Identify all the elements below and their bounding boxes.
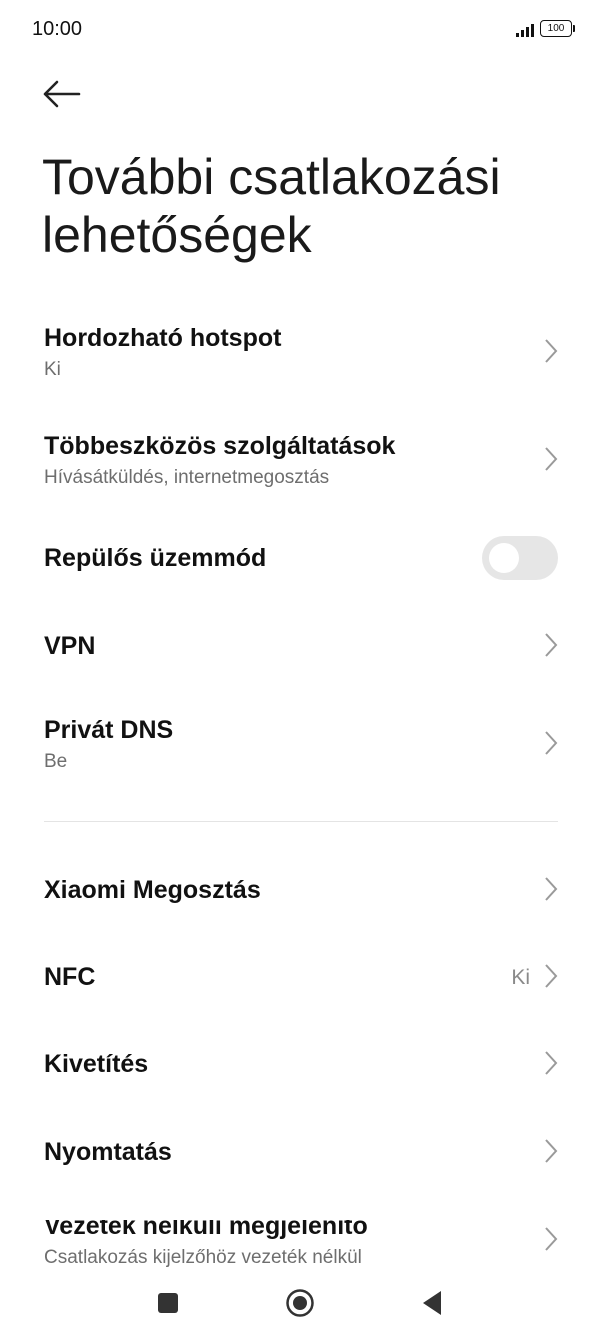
list-item-subtitle: Be	[44, 751, 68, 772]
list-item-title: NFC	[44, 963, 96, 991]
recents-button[interactable]	[148, 1286, 188, 1320]
section-divider	[44, 821, 558, 822]
page-title: További csatlakozási lehetőségek	[42, 149, 501, 263]
battery-icon: 100	[540, 20, 575, 37]
list-item-vpn[interactable]: VPN	[0, 612, 602, 682]
chevron-right-icon	[545, 1139, 558, 1163]
list-item-private-dns[interactable]: Privát DNS Be	[0, 704, 602, 792]
toggle-knob	[489, 543, 519, 573]
list-item-title: Vezeték nélküli megjelenítő	[44, 1220, 368, 1240]
list-item-title: Xiaomi Megosztás	[44, 876, 261, 904]
airplane-mode-toggle[interactable]	[482, 536, 558, 580]
list-item-multidevice[interactable]: Többeszközös szolgáltatások Hívásátküldé…	[0, 420, 602, 508]
chevron-right-icon	[545, 964, 558, 988]
navigation-bar	[0, 1272, 602, 1338]
chevron-right-icon	[545, 1051, 558, 1075]
list-item-subtitle: Hívásátküldés, internetmegosztás	[44, 467, 330, 488]
circle-icon	[286, 1289, 314, 1317]
list-item-title: VPN	[44, 632, 96, 660]
chevron-right-icon	[545, 877, 558, 901]
chevron-right-icon	[545, 731, 558, 755]
chevron-right-icon	[545, 1227, 558, 1251]
list-item-title: Hordozható hotspot	[44, 324, 282, 352]
home-button[interactable]	[280, 1286, 320, 1320]
square-icon	[158, 1293, 178, 1313]
list-item-hotspot[interactable]: Hordozható hotspot Ki	[0, 312, 602, 400]
chevron-right-icon	[545, 339, 558, 363]
list-item-title: Privát DNS	[44, 716, 174, 744]
list-clip-area: Vezeték nélküli megjelenítő Csatlakozás …	[0, 1220, 602, 1272]
list-item-wireless-display[interactable]: Vezeték nélküli megjelenítő Csatlakozás …	[0, 1220, 602, 1272]
signal-icon	[516, 21, 534, 37]
status-time: 10:00	[32, 18, 83, 40]
list-item-printing[interactable]: Nyomtatás	[0, 1118, 602, 1188]
list-item-subtitle: Csatlakozás kijelzőhöz vezeték nélkül	[44, 1247, 362, 1268]
triangle-back-icon	[423, 1291, 441, 1315]
list-item-nfc[interactable]: NFC Ki	[0, 943, 602, 1013]
list-item-title: Repülős üzemmód	[44, 544, 267, 572]
list-item-title: Kivetítés	[44, 1050, 149, 1078]
list-item-cast[interactable]: Kivetítés	[0, 1030, 602, 1100]
list-item-xiaomi-share[interactable]: Xiaomi Megosztás	[0, 856, 602, 926]
list-item-value: Ki	[511, 966, 530, 989]
list-item-title: Többeszközös szolgáltatások	[44, 432, 396, 460]
chevron-right-icon	[545, 447, 558, 471]
list-item-airplane-mode: Repülős üzemmód	[0, 524, 602, 594]
list-item-subtitle: Ki	[44, 359, 61, 380]
back-nav-button[interactable]	[412, 1286, 452, 1320]
list-item-title: Nyomtatás	[44, 1138, 172, 1166]
status-icons: 100	[516, 20, 575, 37]
arrow-left-icon	[43, 80, 81, 108]
back-button[interactable]	[38, 74, 84, 114]
status-bar: 10:00 100	[0, 0, 602, 62]
chevron-right-icon	[545, 633, 558, 657]
